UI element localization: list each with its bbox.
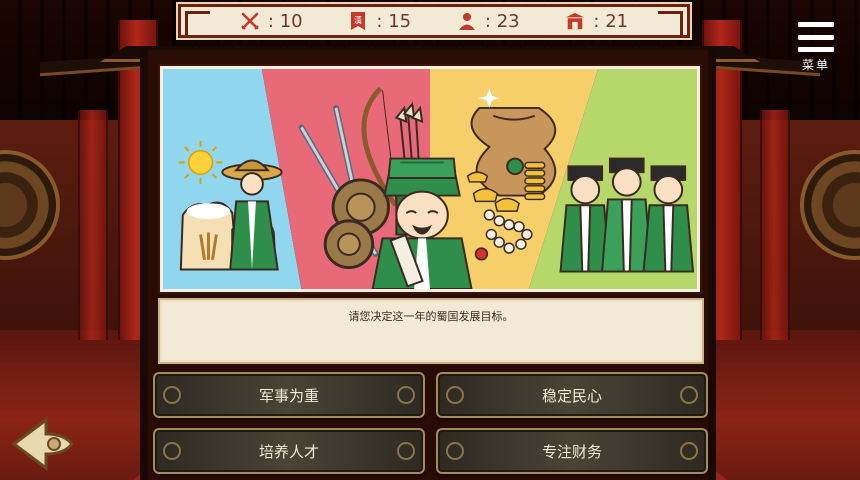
goal-illustration (160, 66, 700, 292)
choice-stabilize-button[interactable]: 稳定民心 (436, 372, 708, 418)
resource-military-value: : 10 (267, 10, 303, 32)
resource-population-value: : 23 (484, 10, 520, 32)
resource-military: : 10 (240, 11, 303, 32)
choice-finance-button[interactable]: 专注财务 (436, 428, 708, 474)
resource-han: 漢 : 15 (348, 11, 411, 32)
gate-icon (565, 11, 585, 31)
person-icon (457, 11, 477, 31)
resource-population: : 23 (457, 11, 520, 32)
resource-han-value: : 15 (376, 10, 412, 32)
han-banner-icon: 漢 (348, 11, 368, 31)
crossed-swords-icon (240, 11, 260, 31)
resource-bar: : 10 漢 : 15 : 23 : 21 (178, 4, 690, 38)
resource-buildings: : 21 (565, 11, 628, 32)
resource-buildings-value: : 21 (593, 10, 629, 32)
menu-label: 菜单 (801, 58, 830, 72)
back-button[interactable] (10, 416, 76, 472)
officials-group-icon (559, 157, 695, 273)
pillar-back-right (760, 110, 790, 340)
menu-button[interactable]: 菜单 (796, 22, 836, 76)
hamburger-menu-icon (798, 22, 834, 52)
choice-talent-button[interactable]: 培养人才 (153, 428, 425, 474)
prompt-textbox: 请您决定这一年的蜀国发展目标。 (158, 298, 704, 364)
svg-text:漢: 漢 (354, 15, 362, 25)
back-arrow-icon (11, 417, 74, 471)
prompt-text: 请您决定这一年的蜀国发展目标。 (348, 310, 514, 323)
pillar-back-left (78, 110, 108, 340)
choice-military-button[interactable]: 军事为重 (153, 372, 425, 418)
